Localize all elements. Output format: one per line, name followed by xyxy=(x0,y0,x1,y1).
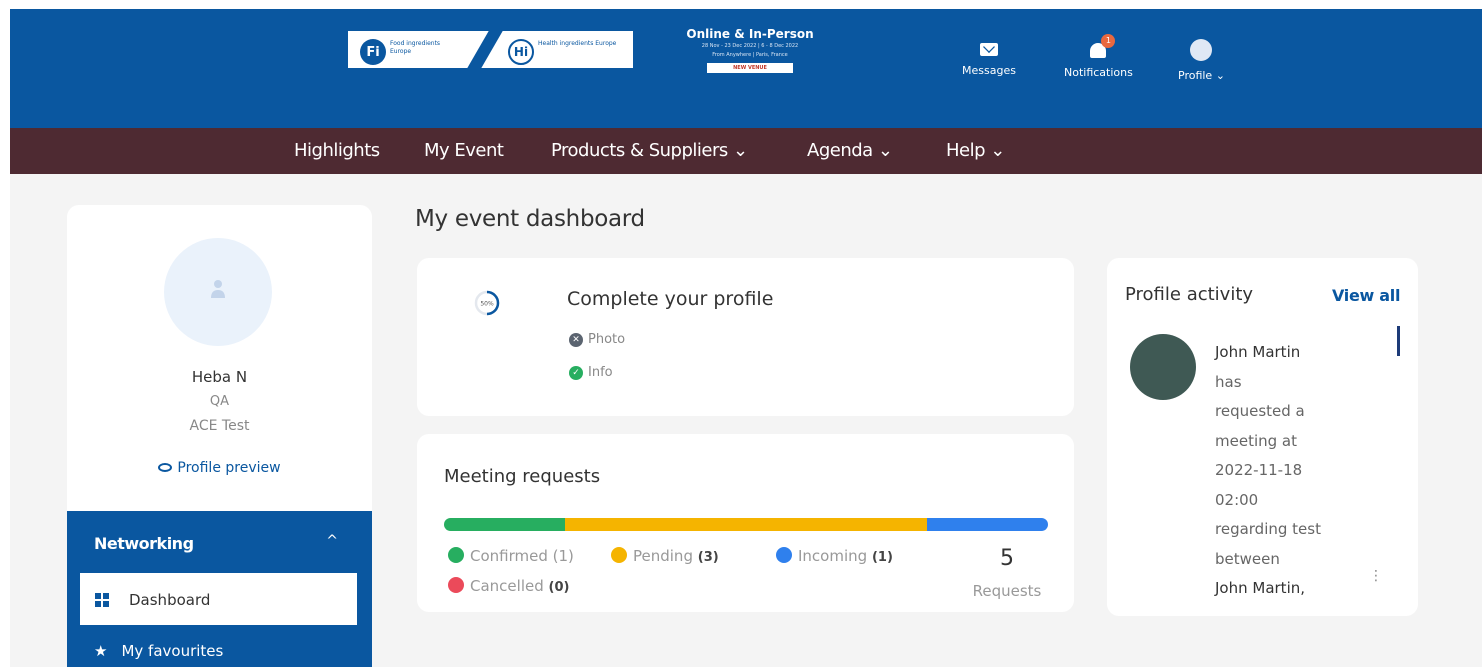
activity-entry[interactable]: John Martin has requested a meeting at 2… xyxy=(1215,338,1355,604)
activity-text-line: meeting at xyxy=(1215,431,1297,450)
profile-activity-title: Profile activity xyxy=(1125,284,1254,305)
info-label: Info xyxy=(588,365,613,380)
eye-icon xyxy=(158,462,173,472)
profile-preview-link[interactable]: Profile preview xyxy=(67,460,372,476)
sidebar-item-dashboard[interactable]: Dashboard xyxy=(80,573,357,625)
messages-button[interactable]: Messages xyxy=(962,43,1016,77)
nav-help[interactable]: Help ⌄ xyxy=(946,140,1005,161)
activity-text-line: requested a xyxy=(1215,402,1305,420)
notifications-button[interactable]: 1 Notifications xyxy=(1064,34,1133,79)
activity-text-line: regarding test xyxy=(1215,520,1321,538)
complete-profile-card[interactable]: 50% Complete your profile ✕ Photo ✓ Info xyxy=(417,258,1074,416)
legend-pending-count: (3) xyxy=(697,550,719,565)
total-requests-count: 5 xyxy=(1000,546,1014,571)
chevron-up-icon[interactable]: ^ xyxy=(326,533,338,549)
bar-segment-incoming xyxy=(927,518,1048,531)
fi-logo-icon: Fi xyxy=(360,39,386,65)
pending-dot-icon xyxy=(611,546,627,563)
star-icon: ★ xyxy=(94,642,108,660)
top-header: Fi Food ingredients Europe Hi Health ing… xyxy=(10,9,1482,128)
user-avatar xyxy=(164,238,272,346)
legend-confirmed-label: Confirmed (1) xyxy=(470,547,574,565)
main-nav: Highlights My Event Products & Suppliers… xyxy=(10,128,1482,174)
nav-agenda[interactable]: Agenda ⌄ xyxy=(807,140,893,161)
bar-segment-pending xyxy=(564,518,928,531)
photo-label: Photo xyxy=(588,332,626,347)
activity-avatar[interactable] xyxy=(1130,334,1196,400)
legend-incoming: Incoming (1) xyxy=(776,546,893,565)
event-promo-banner: Online & In-Person 28 Nov - 23 Dec 2022 … xyxy=(665,27,835,97)
profile-progress-ring: 50% xyxy=(474,290,500,316)
meeting-requests-title: Meeting requests xyxy=(444,466,601,487)
event-logo[interactable]: Fi Food ingredients Europe Hi Health ing… xyxy=(348,31,633,73)
bar-segment-confirmed xyxy=(444,518,565,531)
meeting-requests-card[interactable]: Meeting requests Confirmed (1) Pending (… xyxy=(417,434,1074,612)
hi-logo-text: Health ingredients Europe xyxy=(538,40,617,47)
nav-my-event[interactable]: My Event xyxy=(424,140,504,161)
profile-menu-button[interactable]: Profile ⌄ xyxy=(1178,39,1225,82)
legend-incoming-count: (1) xyxy=(871,550,893,565)
promo-ribbon: NEW VENUE xyxy=(707,63,793,73)
notification-badge: 1 xyxy=(1101,34,1116,48)
promo-places: From Anywhere | Paris, France xyxy=(712,52,788,58)
legend-cancelled: Cancelled (0) xyxy=(448,576,570,595)
progress-label: 50% xyxy=(480,301,494,308)
networking-section-title[interactable]: Networking xyxy=(94,534,194,553)
incoming-dot-icon xyxy=(776,546,792,563)
profile-avatar-icon xyxy=(1190,39,1213,61)
check-circle-icon: ✓ xyxy=(569,365,583,380)
person-icon xyxy=(211,280,225,298)
promo-title: Online & In-Person xyxy=(686,27,814,41)
sidebar-item-favourites[interactable]: ★ My favourites xyxy=(94,642,223,660)
user-name: Heba N xyxy=(191,368,248,386)
user-profile-card: Heba N QA ACE Test Profile preview xyxy=(67,205,372,525)
legend-confirmed: Confirmed (1) xyxy=(448,546,574,565)
sidebar-item-label: Dashboard xyxy=(129,591,211,609)
profile-activity-card: Profile activity View all John Martin ha… xyxy=(1107,258,1418,616)
view-all-link[interactable]: View all xyxy=(1332,286,1400,305)
legend-pending: Pending (3) xyxy=(611,546,719,565)
nav-highlights[interactable]: Highlights xyxy=(294,140,380,161)
messages-label: Messages xyxy=(962,64,1016,77)
info-status: ✓ Info xyxy=(569,365,613,380)
fi-logo-text: Food ingredients Europe xyxy=(390,40,441,55)
activity-text-line: John Martin, xyxy=(1215,579,1306,597)
promo-dates: 28 Nov - 23 Dec 2022 | 6 - 8 Dec 2022 xyxy=(701,43,799,49)
user-company: ACE Test xyxy=(189,418,250,434)
confirmed-dot-icon xyxy=(448,546,464,563)
legend-cancelled-count: (0) xyxy=(548,580,570,595)
logo-underline xyxy=(348,68,633,73)
notifications-label: Notifications xyxy=(1064,66,1133,79)
x-circle-icon: ✕ xyxy=(569,332,583,347)
activity-text-line: has xyxy=(1215,372,1242,391)
complete-profile-title: Complete your profile xyxy=(567,288,774,310)
photo-status: ✕ Photo xyxy=(569,332,625,347)
total-requests-label: Requests xyxy=(972,582,1042,600)
activity-text-line: 2022-11-18 xyxy=(1215,461,1303,479)
activity-text-line: between xyxy=(1215,549,1280,568)
envelope-icon xyxy=(979,43,998,56)
nav-products-suppliers[interactable]: Products & Suppliers ⌄ xyxy=(551,140,748,161)
profile-preview-label: Profile preview xyxy=(177,460,281,476)
bell-icon: 1 xyxy=(1090,34,1116,58)
legend-incoming-label: Incoming xyxy=(798,547,868,565)
more-options-icon[interactable]: ⋮ xyxy=(1369,568,1383,584)
networking-menu: Networking ^ Dashboard ★ My favourites xyxy=(67,511,372,667)
legend-pending-label: Pending xyxy=(633,547,693,565)
activity-text-line: 02:00 xyxy=(1215,490,1259,509)
sidebar-item-label: My favourites xyxy=(121,642,224,660)
dashboard-icon xyxy=(95,593,109,607)
activity-scrollbar[interactable] xyxy=(1397,326,1400,356)
user-role: QA xyxy=(209,394,230,409)
cancelled-dot-icon xyxy=(448,576,464,593)
page-title: My event dashboard xyxy=(415,206,645,232)
profile-label: Profile ⌄ xyxy=(1178,69,1225,82)
meeting-status-bar xyxy=(444,518,1048,531)
hi-logo-icon: Hi xyxy=(508,39,534,65)
activity-user-name: John Martin xyxy=(1215,343,1301,361)
legend-cancelled-label: Cancelled xyxy=(470,577,544,595)
